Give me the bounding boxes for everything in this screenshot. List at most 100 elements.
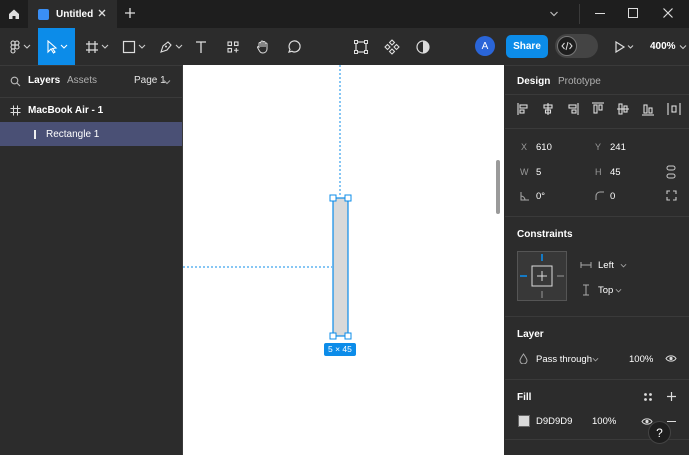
- layer-title: Layer: [517, 329, 544, 340]
- x-label: X: [521, 142, 528, 152]
- toolbar: A Share 400%: [0, 28, 689, 65]
- maximize-icon[interactable]: [628, 8, 638, 18]
- layer-opacity[interactable]: 100%: [629, 354, 653, 365]
- resources-tool[interactable]: [222, 28, 244, 65]
- pen-tool[interactable]: [154, 28, 188, 65]
- layer-rectangle[interactable]: Rectangle 1: [0, 122, 182, 146]
- contrast-icon: [416, 39, 430, 54]
- divider: [505, 128, 689, 129]
- present-button[interactable]: [612, 28, 638, 65]
- zoom-level[interactable]: 400%: [650, 41, 676, 52]
- tab-prototype[interactable]: Prototype: [558, 76, 601, 87]
- vertical-constraint-icon: [583, 284, 589, 296]
- divider: [579, 4, 580, 24]
- layers-panel: Layers Assets Page 1 MacBook Air - 1 Rec…: [0, 65, 183, 455]
- align-center-h-icon: [543, 103, 553, 115]
- canvas-scrollbar[interactable]: [496, 160, 500, 214]
- hand-tool[interactable]: [252, 28, 274, 65]
- fill-hex[interactable]: D9D9D9: [536, 416, 572, 427]
- comment-tool[interactable]: [283, 28, 305, 65]
- rotation-field[interactable]: 0°: [536, 191, 545, 202]
- zoom-chevron-icon[interactable]: [679, 43, 687, 51]
- chevron-down-icon[interactable]: [615, 288, 622, 294]
- rectangle-shape: [333, 198, 348, 336]
- move-tool[interactable]: [38, 28, 75, 65]
- file-tab[interactable]: Untitled: [28, 0, 117, 28]
- fill-title: Fill: [517, 392, 532, 403]
- align-center-v-icon: [617, 103, 629, 115]
- styles-icon[interactable]: [643, 392, 653, 402]
- chevron-down-icon[interactable]: [549, 9, 559, 19]
- transform-icon: [354, 39, 368, 54]
- new-tab-icon[interactable]: [123, 6, 137, 20]
- align-left-icon: [517, 103, 528, 115]
- constrain-proportions-icon[interactable]: [666, 165, 676, 179]
- constraints-widget[interactable]: [517, 251, 567, 301]
- pen-icon: [160, 40, 183, 53]
- remove-fill-icon[interactable]: [667, 421, 676, 422]
- independent-corners-icon[interactable]: [666, 190, 677, 201]
- crop-tool[interactable]: [350, 28, 372, 65]
- home-button[interactable]: [0, 0, 28, 28]
- h-field[interactable]: 45: [610, 167, 621, 178]
- window-close-icon[interactable]: [662, 7, 674, 19]
- text-tool[interactable]: [191, 28, 211, 65]
- eye-icon[interactable]: [665, 354, 677, 363]
- close-icon[interactable]: [97, 8, 107, 18]
- size-label: 5 × 45: [324, 343, 356, 356]
- page-selector[interactable]: Page 1: [134, 75, 166, 86]
- blend-mode-icon: [519, 353, 528, 364]
- add-fill-icon[interactable]: [666, 391, 677, 402]
- w-field[interactable]: 5: [536, 167, 541, 178]
- properties-panel: Design Prototype X 610 Y 241 W 5 H 45 0°…: [505, 65, 689, 455]
- y-label: Y: [595, 142, 602, 152]
- constraint-horizontal[interactable]: Left: [598, 260, 614, 271]
- cursor-icon: [46, 39, 67, 54]
- fill-color-swatch[interactable]: [518, 415, 530, 427]
- rectangle-icon: [122, 40, 146, 53]
- file-icon: [38, 8, 49, 20]
- text-icon: [196, 40, 206, 53]
- avatar[interactable]: A: [475, 36, 495, 56]
- component-icon: [384, 38, 400, 55]
- chevron-down-icon[interactable]: [163, 78, 171, 86]
- distribute-icon: [667, 103, 681, 115]
- canvas[interactable]: 5 × 45: [183, 65, 504, 455]
- mask-button[interactable]: [412, 28, 434, 65]
- component-button[interactable]: [381, 28, 403, 65]
- main-menu-button[interactable]: [4, 28, 38, 65]
- h-label: H: [595, 167, 602, 177]
- y-field[interactable]: 241: [610, 142, 626, 153]
- rotation-icon: [520, 192, 529, 201]
- zoom-value: 400%: [650, 41, 676, 52]
- blend-mode-select[interactable]: Pass through: [536, 354, 592, 365]
- tab-design[interactable]: Design: [517, 76, 550, 87]
- hand-icon: [257, 40, 268, 54]
- chevron-down-icon[interactable]: [592, 357, 599, 363]
- fill-opacity[interactable]: 100%: [592, 416, 616, 427]
- dev-mode-toggle[interactable]: [555, 34, 598, 58]
- frame-tool[interactable]: [80, 28, 114, 65]
- minimize-icon[interactable]: [595, 13, 605, 14]
- help-button[interactable]: ?: [648, 421, 671, 444]
- comment-icon: [288, 39, 301, 53]
- chevron-down-icon[interactable]: [620, 263, 627, 269]
- w-label: W: [520, 167, 529, 177]
- x-field[interactable]: 610: [536, 142, 552, 153]
- divider: [505, 379, 689, 380]
- constraint-vertical[interactable]: Top: [598, 285, 613, 296]
- alignment-row: [517, 102, 681, 116]
- tab-assets[interactable]: Assets: [67, 75, 97, 86]
- layer-frame[interactable]: MacBook Air - 1: [0, 98, 182, 122]
- resize-handle: [329, 194, 337, 202]
- layer-name: MacBook Air - 1: [28, 104, 104, 116]
- tab-title: Untitled: [56, 8, 94, 20]
- radius-field[interactable]: 0: [610, 191, 615, 202]
- tab-layers[interactable]: Layers: [28, 75, 60, 86]
- shape-tool[interactable]: [117, 28, 151, 65]
- divider: [505, 316, 689, 317]
- layer-name: Rectangle 1: [46, 128, 100, 140]
- share-button[interactable]: Share: [506, 35, 548, 58]
- divider: [505, 94, 689, 95]
- search-icon[interactable]: [10, 76, 21, 87]
